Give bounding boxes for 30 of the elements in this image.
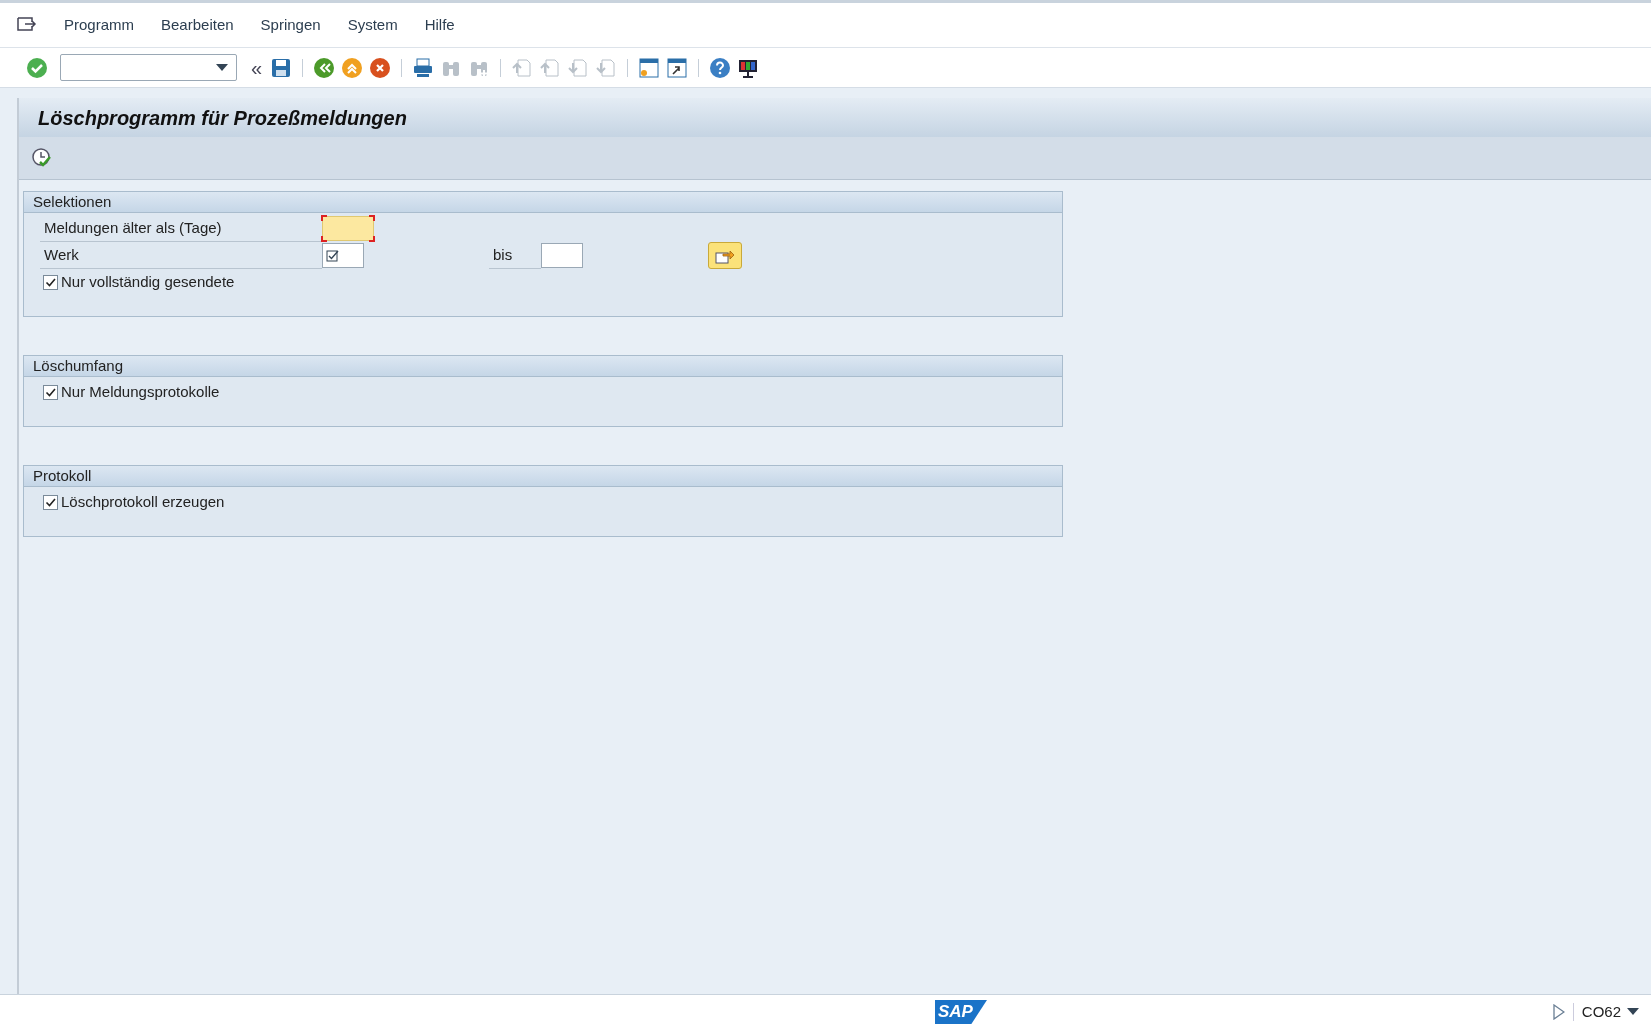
multiple-selection-button[interactable] <box>708 242 742 269</box>
menu-item[interactable]: Programm <box>64 13 134 37</box>
toolbar-toggle-button[interactable]: « <box>247 57 267 78</box>
checkbox[interactable] <box>43 385 58 400</box>
sap-logo: SAP <box>935 1000 987 1024</box>
play-icon[interactable] <box>1552 1004 1565 1020</box>
group-title: Protokoll <box>33 465 92 486</box>
checkbox[interactable] <box>43 275 58 290</box>
menu-item[interactable]: Bearbeiten <box>161 13 234 37</box>
dropdown-caret-icon[interactable] <box>216 63 228 72</box>
checkbox-label: Nur Meldungsprotokolle <box>61 382 220 403</box>
field-label: Meldungen älter als (Tage) <box>40 215 322 242</box>
input-field[interactable] <box>541 243 583 268</box>
execute-icon[interactable] <box>31 147 53 169</box>
input-field[interactable] <box>322 216 374 241</box>
dropdown-caret-icon[interactable] <box>1627 1008 1639 1016</box>
menu-item[interactable]: Hilfe <box>424 13 455 37</box>
transaction-code: CO62 <box>1581 1001 1621 1022</box>
menu-icon[interactable] <box>17 17 37 33</box>
group-title: Löschumfang <box>33 355 124 376</box>
input-field[interactable] <box>322 243 364 268</box>
menu-item[interactable]: Springen <box>260 13 321 37</box>
group-title: Selektionen <box>33 191 112 212</box>
checkbox-label: Löschprotokoll erzeugen <box>61 492 225 513</box>
checkbox[interactable] <box>43 495 58 510</box>
field-label: Werk <box>40 242 322 269</box>
menu-item[interactable]: System <box>347 13 398 37</box>
command-field[interactable] <box>60 54 237 81</box>
checkbox-label: Nur vollständig gesendete <box>61 272 235 293</box>
page-title: Löschprogramm für Prozeßmeldungen <box>38 105 407 131</box>
